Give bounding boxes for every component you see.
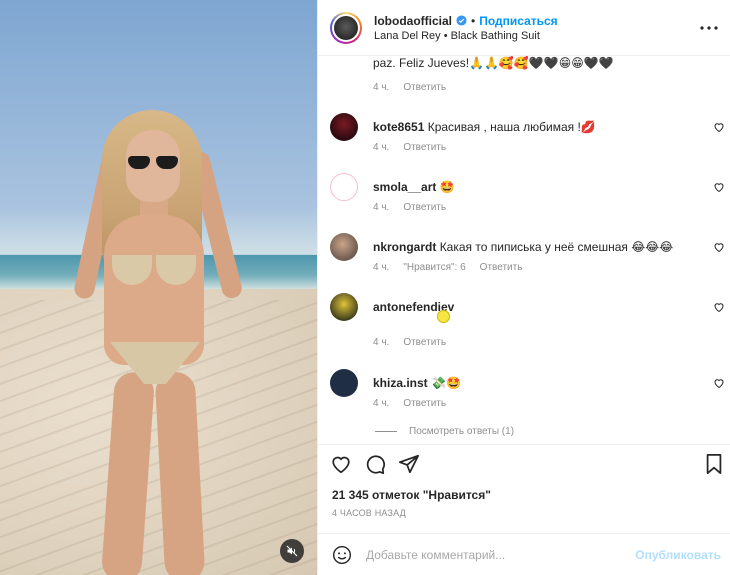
comment-text: 💸🤩 (431, 376, 461, 390)
comment-avatar[interactable] (330, 293, 358, 321)
comment-avatar[interactable] (330, 113, 358, 141)
reply-button[interactable]: Ответить (403, 202, 446, 213)
emoji-smiley-icon[interactable] (332, 545, 352, 565)
comment-text: Красивая , наша любимая !💋 (427, 120, 596, 134)
post-video[interactable] (0, 0, 317, 575)
add-comment-bar: Опубликовать (318, 533, 730, 575)
post-actions (318, 444, 730, 484)
replies-divider (375, 431, 397, 432)
song-artist: Lana Del Rey (374, 29, 441, 42)
comment-time: 4 ч. (373, 398, 390, 409)
verified-badge-icon (456, 15, 467, 26)
author-username[interactable]: lobodaofficial (374, 14, 452, 28)
comment-avatar[interactable] (330, 233, 358, 261)
comment-username[interactable]: khiza.inst (373, 376, 428, 390)
more-horizontal-icon (700, 26, 718, 30)
publish-button[interactable]: Опубликовать (635, 548, 721, 562)
comment-likes-count[interactable]: "Нравится": 6 (403, 262, 465, 273)
view-replies-button[interactable]: Посмотреть ответы (1) (375, 426, 514, 437)
comment-meta: 4 ч. Ответить (373, 142, 446, 153)
comment-meta: 4 ч. "Нравится": 6 Ответить (373, 262, 522, 273)
comment-username[interactable]: nkrongardt (373, 240, 436, 254)
comment-time: 4 ч. (373, 202, 390, 213)
comment-avatar[interactable] (330, 369, 358, 397)
mute-button[interactable] (280, 539, 304, 563)
reply-button[interactable]: Ответить (480, 262, 523, 273)
save-bookmark-icon[interactable] (703, 453, 725, 475)
woman-figure (60, 110, 244, 575)
yellow-dot-emoji (437, 310, 450, 323)
comment-text: Какая то пиписька у неё смешная 😂😂😂 (439, 240, 674, 254)
like-comment-heart-icon[interactable] (713, 181, 725, 193)
likes-count[interactable]: 21 345 отметок "Нравится" (332, 488, 491, 502)
header-separator: • (471, 13, 476, 28)
comment-avatar[interactable] (330, 173, 358, 201)
comment-meta: 4 ч. Ответить (373, 398, 446, 409)
speaker-muted-icon (286, 545, 298, 557)
like-comment-heart-icon[interactable] (713, 377, 725, 389)
comment-meta: 4 ч. Ответить (373, 337, 446, 348)
caption-continuation: paz. Feliz Jueves!🙏🙏🥰🥰🖤🖤😁😁🖤🖤 (373, 56, 614, 70)
reply-button[interactable]: Ответить (403, 398, 446, 409)
comment-input[interactable] (366, 547, 616, 562)
song-title: Black Bathing Suit (450, 29, 540, 42)
caption-meta: 4 ч. Ответить (373, 82, 446, 93)
post-modal: lobodaofficial • Подписаться Lana Del Re… (0, 0, 730, 575)
post-timestamp: 4 ЧАСОВ НАЗАД (332, 508, 406, 518)
follow-button[interactable]: Подписаться (479, 14, 557, 28)
caption-time: 4 ч. (373, 82, 390, 93)
like-comment-heart-icon[interactable] (713, 121, 725, 133)
like-comment-heart-icon[interactable] (713, 241, 725, 253)
comment-text: 🤩 (439, 180, 455, 194)
comment-meta: 4 ч. Ответить (373, 202, 446, 213)
song-separator: • (443, 29, 448, 42)
like-heart-icon[interactable] (330, 453, 352, 475)
comment-time: 4 ч. (373, 337, 390, 348)
audio-track[interactable]: Lana Del Rey • Black Bathing Suit (374, 30, 558, 42)
comment-time: 4 ч. (373, 142, 390, 153)
comment-username[interactable]: kote8651 (373, 120, 424, 134)
reply-button[interactable]: Ответить (403, 142, 446, 153)
view-replies-label: Посмотреть ответы (1) (409, 426, 515, 437)
post-side-panel: lobodaofficial • Подписаться Lana Del Re… (317, 0, 730, 575)
more-options-button[interactable] (699, 18, 719, 38)
comment-time: 4 ч. (373, 262, 390, 273)
like-comment-heart-icon[interactable] (713, 301, 725, 313)
author-avatar[interactable] (330, 11, 362, 44)
comments-list[interactable]: paz. Feliz Jueves!🙏🙏🥰🥰🖤🖤😁😁🖤🖤 4 ч. Ответи… (318, 56, 730, 444)
reply-button[interactable]: Ответить (403, 337, 446, 348)
share-paper-plane-icon[interactable] (398, 453, 420, 475)
comment-bubble-icon[interactable] (364, 453, 386, 475)
post-header: lobodaofficial • Подписаться Lana Del Re… (318, 0, 730, 56)
reply-button[interactable]: Ответить (403, 82, 446, 93)
comment-username[interactable]: smola__art (373, 180, 436, 194)
